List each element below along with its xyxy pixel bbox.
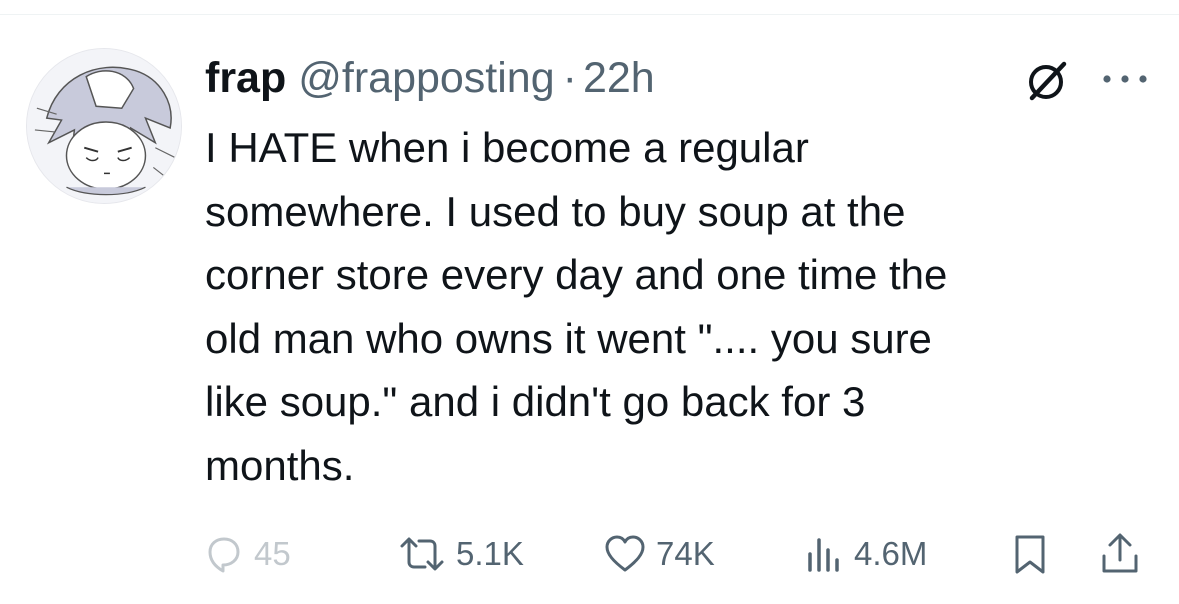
reply-count: 45 [254,535,291,572]
like-button[interactable]: 74K [604,528,715,580]
repost-icon [400,537,444,571]
bookmark-icon [1015,535,1045,574]
top-divider [0,14,1179,15]
display-name[interactable]: frap [205,54,286,103]
avatar[interactable] [26,48,182,204]
repost-button[interactable]: 5.1K [398,528,524,580]
post-text: I HATE when i become a regular somewhere… [205,124,948,489]
grok-icon[interactable] [1024,58,1070,104]
reply-bubble-icon [208,537,240,573]
like-count: 74K [656,535,715,572]
bar-chart-icon [808,538,839,572]
views-count: 4.6M [854,535,928,572]
reply-button[interactable]: 45 [204,528,291,580]
post-header: frap @frapposting · 22h [205,50,655,106]
bookmark-button[interactable] [1012,528,1048,580]
more-dots-icon[interactable] [1098,66,1152,92]
views-button[interactable]: 4.6M [804,528,927,580]
avatar-illustration [27,49,181,203]
repost-count: 5.1K [456,535,524,572]
separator-dot: · [562,53,577,102]
action-bar: 45 5.1K 74K 4.6M [0,528,1179,580]
user-handle[interactable]: @frapposting [298,54,554,103]
share-button[interactable] [1100,528,1140,580]
heart-icon [605,535,645,572]
timestamp[interactable]: 22h [583,54,655,103]
share-icon [1102,533,1138,573]
